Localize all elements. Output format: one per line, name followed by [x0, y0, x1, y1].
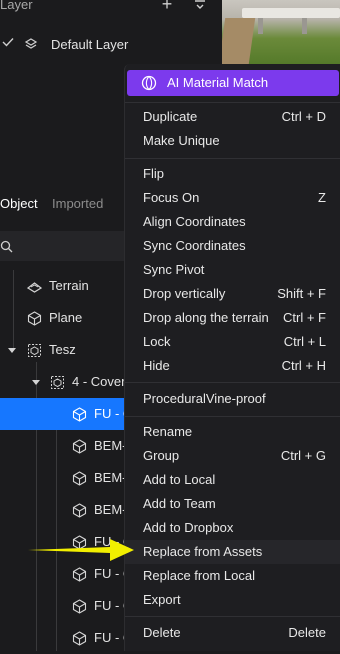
- menu-item-flip[interactable]: Flip: [125, 162, 340, 186]
- menu-item-add-to-team[interactable]: Add to Team: [125, 492, 340, 516]
- menu-item-shortcut: Ctrl + D: [281, 109, 326, 124]
- sphere-icon: [141, 75, 157, 91]
- tree-item-bem-3[interactable]: BEM-: [0, 494, 128, 526]
- menu-item-shortcut: Ctrl + L: [283, 334, 326, 349]
- tree-item-terrain[interactable]: Terrain: [0, 270, 128, 302]
- tree-item-label: BEM-: [94, 438, 127, 453]
- context-menu: AI Material Match Duplicate Ctrl + D Mak…: [124, 64, 340, 651]
- menu-item-shortcut: Shift + F: [277, 286, 326, 301]
- menu-item-label: Add to Local: [143, 472, 216, 487]
- add-layer-icon[interactable]: +: [158, 0, 176, 13]
- menu-item-add-to-dropbox[interactable]: Add to Dropbox: [125, 516, 340, 540]
- cube-icon: [27, 311, 42, 326]
- menu-item-label: Sync Pivot: [143, 262, 205, 277]
- menu-item-delete[interactable]: Delete Delete: [125, 621, 340, 645]
- menu-item-label: Export: [143, 592, 181, 607]
- tree-item-label: Terrain: [49, 278, 89, 293]
- annotation-arrow-icon: [28, 539, 134, 561]
- menu-item-hide[interactable]: Hide Ctrl + H: [125, 354, 340, 378]
- menu-item-label: Delete: [143, 625, 181, 640]
- menu-item-drop-vertically[interactable]: Drop vertically Shift + F: [125, 282, 340, 306]
- menu-item-label: Focus On: [143, 190, 200, 205]
- menu-item-label: Duplicate: [143, 109, 198, 124]
- ai-material-match-item[interactable]: AI Material Match: [127, 70, 339, 96]
- menu-item-proceduralvine-proof[interactable]: ProceduralVine-proof: [125, 387, 340, 411]
- tab-imported[interactable]: Imported: [52, 196, 103, 211]
- menu-item-shortcut: Ctrl + F: [283, 310, 326, 325]
- menu-item-lock[interactable]: Lock Ctrl + L: [125, 330, 340, 354]
- menu-item-shortcut: Z: [318, 190, 326, 205]
- menu-item-label: Replace from Assets: [143, 544, 263, 559]
- menu-item-label: Sync Coordinates: [143, 238, 246, 253]
- group-icon: [51, 376, 64, 389]
- tree-item-bem-2[interactable]: BEM-: [0, 462, 128, 494]
- menu-item-focus-on[interactable]: Focus On Z: [125, 186, 340, 210]
- menu-item-make-unique[interactable]: Make Unique: [125, 129, 340, 153]
- menu-item-label: Lock: [143, 334, 171, 349]
- cube-icon: [72, 599, 87, 614]
- cube-icon: [72, 567, 87, 582]
- menu-item-export[interactable]: Export: [125, 588, 340, 612]
- menu-item-align-coordinates[interactable]: Align Coordinates: [125, 210, 340, 234]
- menu-item-replace-from-assets[interactable]: Replace from Assets: [125, 540, 340, 564]
- group-icon: [28, 344, 41, 357]
- menu-item-label: ProceduralVine-proof: [143, 391, 266, 406]
- tree-item-fu-c-5[interactable]: FU - C: [0, 622, 132, 654]
- menu-item-add-to-local[interactable]: Add to Local: [125, 468, 340, 492]
- menu-item-label: Add to Team: [143, 496, 216, 511]
- cube-icon: [72, 503, 87, 518]
- menu-item-drop-along-terrain[interactable]: Drop along the terrain Ctrl + F: [125, 306, 340, 330]
- menu-item-rename[interactable]: Rename: [125, 420, 340, 444]
- menu-item-label: Drop along the terrain: [143, 310, 269, 325]
- caret-down-icon[interactable]: [8, 346, 16, 354]
- tree-item-label: 4 - Cover: [72, 374, 126, 389]
- check-icon[interactable]: [2, 36, 14, 48]
- tree-item-label: Plane: [49, 310, 83, 325]
- menu-item-sync-coordinates[interactable]: Sync Coordinates: [125, 234, 340, 258]
- layer-item-default[interactable]: Default Layer: [51, 37, 128, 52]
- filter-icon[interactable]: [193, 0, 207, 11]
- tree-item-label: BEM-: [94, 502, 127, 517]
- cube-icon: [72, 407, 87, 422]
- cube-icon: [72, 439, 87, 454]
- menu-item-sync-pivot[interactable]: Sync Pivot: [125, 258, 340, 282]
- menu-item-label: Align Coordinates: [143, 214, 246, 229]
- menu-item-label: Make Unique: [143, 133, 220, 148]
- tree-item-label: BEM-: [94, 470, 127, 485]
- menu-item-label: Group: [143, 448, 180, 463]
- search-icon: [0, 240, 13, 253]
- tree-item-bem-1[interactable]: BEM-: [0, 430, 128, 462]
- menu-item-shortcut: Ctrl + G: [280, 448, 326, 463]
- tree-item-tesz[interactable]: Tesz: [0, 334, 128, 366]
- tree-item-4-cover[interactable]: 4 - Cover: [0, 366, 128, 398]
- tree-item-fu-c-selected[interactable]: FU - C: [0, 398, 132, 430]
- tree-item-label: Tesz: [49, 342, 76, 357]
- tab-object[interactable]: Object: [0, 196, 38, 211]
- menu-item-shortcut: Ctrl + H: [281, 358, 326, 373]
- menu-item-label: AI Material Match: [167, 75, 269, 90]
- search-input[interactable]: [0, 231, 128, 261]
- menu-item-label: Replace from Local: [143, 568, 255, 583]
- menu-item-group[interactable]: Group Ctrl + G: [125, 444, 340, 468]
- tree-item-fu-c-4[interactable]: FU - C: [0, 590, 132, 622]
- menu-item-shortcut: Delete: [288, 625, 326, 640]
- cube-icon: [72, 471, 87, 486]
- layers-icon: [24, 38, 38, 49]
- menu-item-label: Rename: [143, 424, 193, 439]
- menu-item-duplicate[interactable]: Duplicate Ctrl + D: [125, 105, 340, 129]
- menu-item-label: Drop vertically: [143, 286, 226, 301]
- menu-item-label: Hide: [143, 358, 170, 373]
- layer-panel-title: Layer: [0, 0, 33, 12]
- menu-item-replace-from-local[interactable]: Replace from Local: [125, 564, 340, 588]
- terrain-icon: [27, 282, 42, 293]
- menu-item-label: Add to Dropbox: [143, 520, 234, 535]
- caret-down-icon[interactable]: [32, 378, 40, 386]
- menu-item-label: Flip: [143, 166, 164, 181]
- tree-item-plane[interactable]: Plane: [0, 302, 128, 334]
- viewport-thumbnail: [222, 0, 340, 64]
- cube-icon: [72, 631, 87, 646]
